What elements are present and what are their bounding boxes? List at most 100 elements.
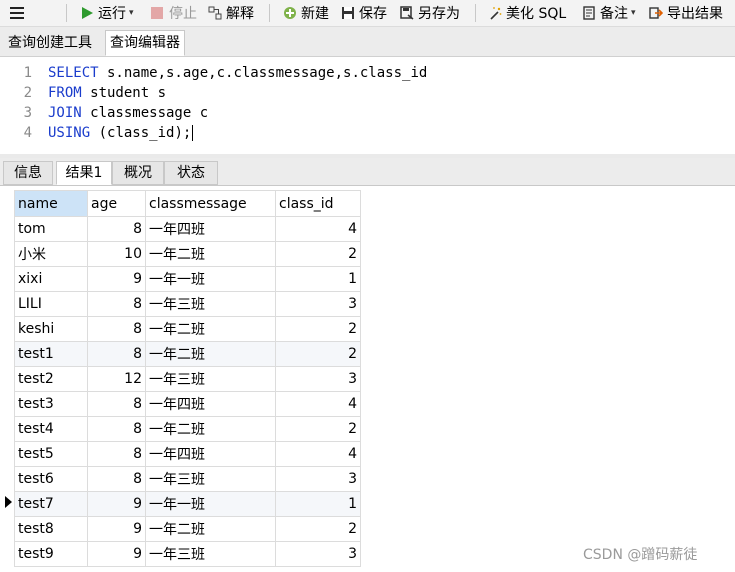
new-button[interactable]: 新建 (283, 3, 329, 23)
table-row[interactable]: xixi 9 一年一班 1 (14, 266, 361, 292)
cell-name[interactable]: xixi (14, 266, 88, 292)
current-row-arrow-icon (5, 496, 12, 508)
cell-name[interactable]: test9 (14, 541, 88, 567)
tab-info[interactable]: 信息 (3, 161, 53, 185)
column-header-classmessage[interactable]: classmessage (145, 190, 276, 217)
cell-name[interactable]: test5 (14, 441, 88, 467)
cell-class-id[interactable]: 3 (275, 291, 361, 317)
cell-age[interactable]: 12 (87, 366, 146, 392)
cell-classmessage[interactable]: 一年三班 (145, 366, 276, 392)
tab-query-builder[interactable]: 查询创建工具 (4, 31, 96, 55)
cell-name[interactable]: 小米 (14, 241, 88, 267)
cell-classmessage[interactable]: 一年四班 (145, 216, 276, 242)
cell-name[interactable]: LILI (14, 291, 88, 317)
column-header-class-id[interactable]: class_id (275, 190, 361, 217)
table-row[interactable]: test6 8 一年三班 3 (14, 466, 361, 492)
cell-age[interactable]: 9 (87, 266, 146, 292)
cell-class-id[interactable]: 2 (275, 316, 361, 342)
cell-name[interactable]: test2 (14, 366, 88, 392)
cell-classmessage[interactable]: 一年三班 (145, 541, 276, 567)
table-row[interactable]: test5 8 一年四班 4 (14, 441, 361, 467)
result-grid[interactable]: name age classmessage class_id tom 8 一年四班 4… (0, 190, 735, 572)
query-tab-bar: 查询创建工具 查询编辑器 (0, 27, 735, 57)
cell-name[interactable]: tom (14, 216, 88, 242)
note-button[interactable]: 备注 ▾ (582, 3, 636, 23)
cell-class-id[interactable]: 4 (275, 391, 361, 417)
stop-button[interactable]: 停止 (151, 3, 197, 23)
tab-profile[interactable]: 概况 (112, 161, 164, 185)
cell-class-id[interactable]: 3 (275, 541, 361, 567)
column-header-name[interactable]: name (14, 190, 88, 217)
cell-age[interactable]: 8 (87, 466, 146, 492)
cell-class-id[interactable]: 2 (275, 516, 361, 542)
cell-classmessage[interactable]: 一年二班 (145, 341, 276, 367)
cell-class-id[interactable]: 2 (275, 341, 361, 367)
cell-class-id[interactable]: 1 (275, 266, 361, 292)
export-results-button[interactable]: 导出结果 (649, 3, 723, 23)
cell-class-id[interactable]: 4 (275, 216, 361, 242)
sql-editor[interactable]: 1 SELECT s.name,s.age,c.classmessage,s.cl… (0, 57, 735, 154)
cell-class-id[interactable]: 1 (275, 491, 361, 517)
cell-age[interactable]: 8 (87, 416, 146, 442)
stop-icon (151, 7, 163, 19)
cell-classmessage[interactable]: 一年一班 (145, 491, 276, 517)
cell-name[interactable]: test1 (14, 341, 88, 367)
cell-class-id[interactable]: 3 (275, 366, 361, 392)
cell-name[interactable]: keshi (14, 316, 88, 342)
cell-classmessage[interactable]: 一年三班 (145, 466, 276, 492)
cell-name[interactable]: test4 (14, 416, 88, 442)
explain-button[interactable]: 解释 (208, 3, 254, 23)
cell-name[interactable]: test3 (14, 391, 88, 417)
result-rows: tom 8 一年四班 4 小米 10 一年二班 2 xixi 9 一年一班 1 LILI 8 一年三班 3 ke… (14, 216, 361, 567)
save-as-button[interactable]: 另存为 (400, 3, 460, 23)
tab-query-editor[interactable]: 查询编辑器 (105, 30, 185, 56)
table-row[interactable]: test8 9 一年二班 2 (14, 516, 361, 542)
cell-classmessage[interactable]: 一年二班 (145, 316, 276, 342)
table-row[interactable]: 小米 10 一年二班 2 (14, 241, 361, 267)
cell-class-id[interactable]: 3 (275, 466, 361, 492)
cell-age[interactable]: 9 (87, 516, 146, 542)
cell-classmessage[interactable]: 一年二班 (145, 416, 276, 442)
cell-age[interactable]: 8 (87, 316, 146, 342)
menu-button[interactable] (10, 3, 24, 23)
cell-class-id[interactable]: 4 (275, 441, 361, 467)
table-row[interactable]: keshi 8 一年二班 2 (14, 316, 361, 342)
cell-classmessage[interactable]: 一年四班 (145, 441, 276, 467)
table-row[interactable]: test9 9 一年三班 3 (14, 541, 361, 567)
cell-classmessage[interactable]: 一年四班 (145, 391, 276, 417)
table-row[interactable]: test2 12 一年三班 3 (14, 366, 361, 392)
cell-name[interactable]: test7 (14, 491, 88, 517)
save-label: 保存 (359, 6, 387, 22)
cell-age[interactable]: 10 (87, 241, 146, 267)
cell-classmessage[interactable]: 一年二班 (145, 241, 276, 267)
table-row[interactable]: LILI 8 一年三班 3 (14, 291, 361, 317)
cell-age[interactable]: 9 (87, 491, 146, 517)
table-row[interactable]: test3 8 一年四班 4 (14, 391, 361, 417)
cell-classmessage[interactable]: 一年一班 (145, 266, 276, 292)
table-row[interactable]: tom 8 一年四班 4 (14, 216, 361, 242)
cell-name[interactable]: test6 (14, 466, 88, 492)
tab-status[interactable]: 状态 (164, 161, 218, 185)
cell-name[interactable]: test8 (14, 516, 88, 542)
cell-class-id[interactable]: 2 (275, 416, 361, 442)
note-dropdown-icon[interactable]: ▾ (631, 8, 636, 18)
table-row[interactable]: test4 8 一年二班 2 (14, 416, 361, 442)
cell-age[interactable]: 8 (87, 216, 146, 242)
run-button[interactable]: 运行 ▾ (80, 3, 134, 23)
beautify-sql-button[interactable]: 美化 SQL (488, 3, 566, 23)
cell-classmessage[interactable]: 一年二班 (145, 516, 276, 542)
save-button[interactable]: 保存 (341, 3, 387, 23)
cell-age[interactable]: 8 (87, 341, 146, 367)
beautify-sql-label: 美化 SQL (506, 6, 567, 22)
cell-age[interactable]: 9 (87, 541, 146, 567)
table-row[interactable]: test1 8 一年二班 2 (14, 341, 361, 367)
cell-age[interactable]: 8 (87, 291, 146, 317)
cell-age[interactable]: 8 (87, 391, 146, 417)
cell-class-id[interactable]: 2 (275, 241, 361, 267)
tab-result-1[interactable]: 结果1 (56, 161, 112, 185)
column-header-age[interactable]: age (87, 190, 146, 217)
cell-age[interactable]: 8 (87, 441, 146, 467)
cell-classmessage[interactable]: 一年三班 (145, 291, 276, 317)
run-dropdown-icon[interactable]: ▾ (129, 8, 134, 18)
table-row[interactable]: test7 9 一年一班 1 (14, 491, 361, 517)
